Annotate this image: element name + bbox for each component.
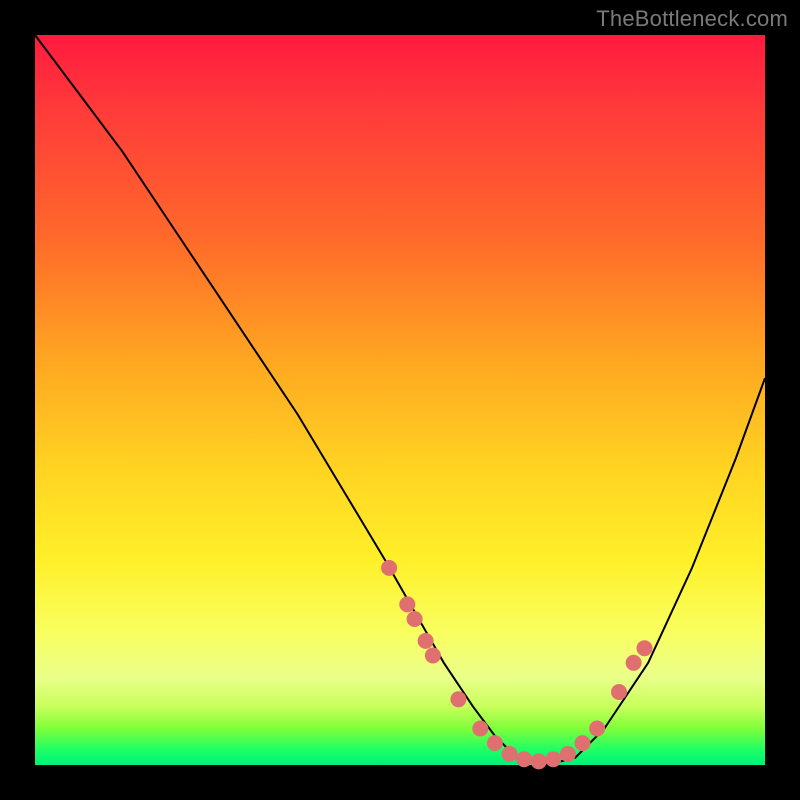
curve-marker — [575, 735, 591, 751]
watermark-text: TheBottleneck.com — [596, 6, 788, 32]
plot-area — [35, 35, 765, 765]
chart-frame: TheBottleneck.com — [0, 0, 800, 800]
curve-marker — [516, 751, 532, 767]
curve-marker — [399, 596, 415, 612]
bottleneck-curve — [35, 35, 765, 765]
chart-svg — [35, 35, 765, 765]
curve-markers — [381, 560, 652, 770]
curve-marker — [589, 721, 605, 737]
curve-marker — [487, 735, 503, 751]
curve-marker — [381, 560, 397, 576]
curve-marker — [407, 611, 423, 627]
curve-marker — [418, 633, 434, 649]
curve-marker — [545, 751, 561, 767]
curve-marker — [611, 684, 627, 700]
curve-marker — [531, 753, 547, 769]
curve-marker — [450, 691, 466, 707]
curve-marker — [626, 655, 642, 671]
curve-marker — [560, 746, 576, 762]
curve-marker — [637, 640, 653, 656]
curve-marker — [425, 648, 441, 664]
curve-marker — [472, 721, 488, 737]
curve-marker — [502, 746, 518, 762]
